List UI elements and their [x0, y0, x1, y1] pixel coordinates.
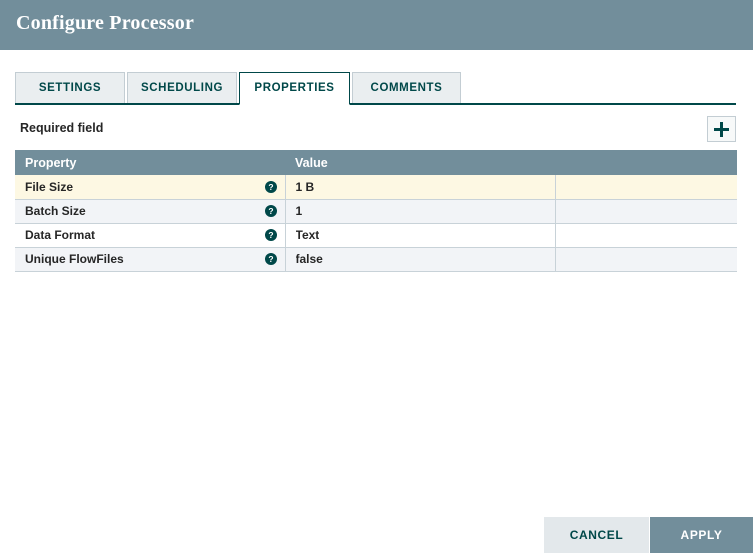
help-circle-icon[interactable]: ? [264, 180, 277, 193]
table-row[interactable]: File Size ? 1 B [15, 175, 737, 200]
extra-cell[interactable] [555, 247, 737, 272]
property-cell[interactable]: Batch Size ? [15, 199, 286, 224]
extra-cell[interactable] [555, 199, 737, 224]
dialog-header: Configure Processor [0, 0, 753, 50]
value-text: false [295, 252, 323, 266]
tab-comments[interactable]: COMMENTS [352, 72, 461, 103]
page-title: Configure Processor [16, 12, 195, 34]
property-name: Data Format [25, 228, 96, 242]
value-text: Text [295, 228, 320, 242]
svg-text:?: ? [268, 206, 273, 216]
property-name: File Size [25, 179, 74, 194]
cancel-button[interactable]: CANCEL [544, 517, 649, 553]
properties-table: Property Value File Size ? 1 B Batch Siz… [15, 150, 737, 272]
table-row[interactable]: Data Format ? Text [15, 223, 737, 248]
svg-text:?: ? [268, 182, 273, 192]
add-property-button[interactable] [707, 116, 736, 142]
help-circle-icon[interactable]: ? [264, 253, 277, 265]
column-header-property: Property [15, 150, 285, 175]
value-text: 1 B [295, 179, 315, 194]
tab-underline [15, 103, 736, 105]
column-header-extra [555, 150, 737, 175]
tab-scheduling[interactable]: SCHEDULING [127, 72, 237, 103]
tab-settings[interactable]: SETTINGS [15, 72, 125, 103]
value-cell[interactable]: 1 [285, 199, 556, 224]
apply-button[interactable]: APPLY [650, 517, 753, 553]
tab-properties[interactable]: PROPERTIES [239, 72, 350, 105]
dialog-footer: CANCEL APPLY [0, 517, 753, 553]
property-cell[interactable]: Unique FlowFiles ? [15, 247, 286, 272]
table-header-row: Property Value [15, 150, 737, 175]
column-header-value: Value [285, 150, 555, 175]
svg-text:?: ? [268, 230, 273, 240]
property-name: Unique FlowFiles [25, 252, 124, 266]
property-cell[interactable]: Data Format ? [15, 223, 286, 248]
extra-cell[interactable] [555, 223, 737, 248]
svg-text:?: ? [268, 254, 273, 264]
value-cell[interactable]: 1 B [285, 175, 556, 200]
tab-bar: SETTINGS SCHEDULING PROPERTIES COMMENTS [0, 72, 753, 105]
plus-icon [714, 121, 729, 137]
value-cell[interactable]: false [285, 247, 556, 272]
table-row[interactable]: Unique FlowFiles ? false [15, 247, 737, 272]
property-name: Batch Size [25, 204, 86, 218]
help-circle-icon[interactable]: ? [264, 205, 277, 217]
property-cell[interactable]: File Size ? [15, 175, 286, 200]
extra-cell[interactable] [555, 175, 737, 200]
help-circle-icon[interactable]: ? [264, 229, 277, 241]
table-row[interactable]: Batch Size ? 1 [15, 199, 737, 224]
required-field-label: Required field [20, 121, 104, 135]
value-cell[interactable]: Text [285, 223, 556, 248]
value-text: 1 [295, 204, 303, 218]
